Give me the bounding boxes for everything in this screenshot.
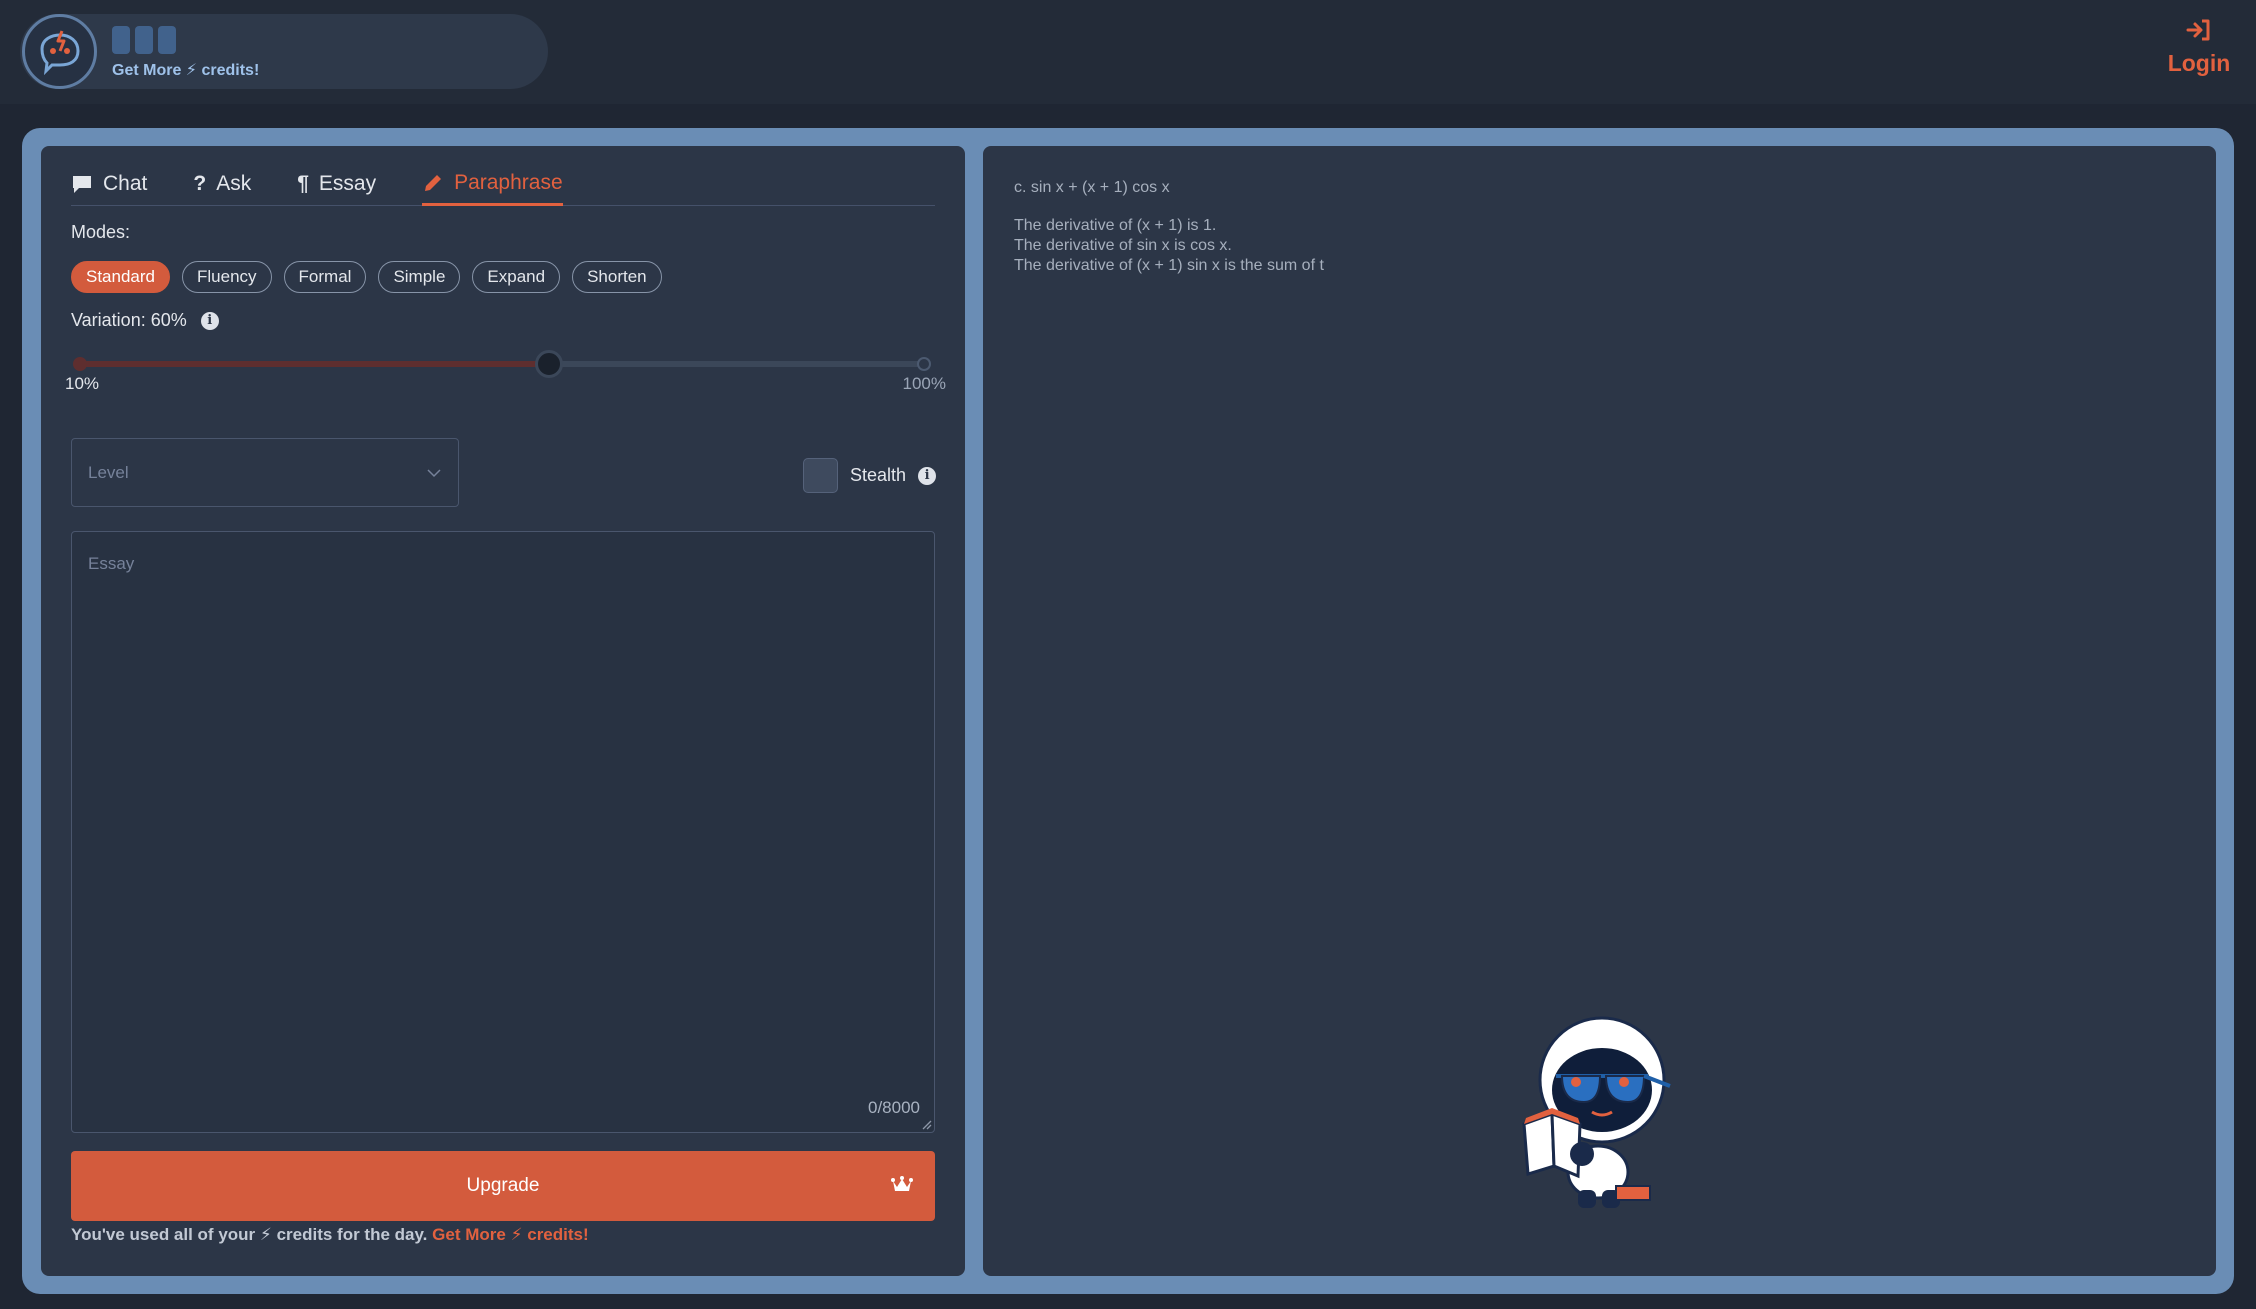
output-text: c. sin x + (x + 1) cos x The derivative … (1014, 178, 1324, 276)
slider-start-dot (73, 357, 87, 371)
get-more-credits-link[interactable]: Get More ⚡ credits! (432, 1225, 589, 1244)
tab-label: Chat (103, 172, 148, 195)
modes-label: Modes: (71, 222, 131, 242)
mode-chips: Standard Fluency Formal Simple Expand Sh… (71, 261, 662, 293)
get-more-suffix: credits! (201, 62, 260, 79)
stealth-toggle: Stealth i (803, 458, 937, 493)
variation-label: Variation: 60% (71, 310, 187, 330)
lightning-icon: ⚡ (510, 1225, 523, 1244)
link-suffix: credits! (527, 1225, 589, 1244)
variation-slider[interactable] (73, 350, 931, 378)
credit-bar (135, 26, 153, 54)
variation-row: Variation: 60% i (71, 310, 219, 331)
resize-handle-icon[interactable] (920, 1118, 932, 1130)
info-icon[interactable]: i (200, 311, 219, 330)
chevron-down-icon (427, 468, 441, 477)
slider-end-dot (917, 357, 931, 371)
level-placeholder: Level (88, 462, 129, 482)
link-prefix: Get More (432, 1225, 506, 1244)
tab-paraphrase[interactable]: Paraphrase (422, 164, 563, 206)
upgrade-label: Upgrade (466, 1175, 540, 1196)
tab-essay[interactable]: ¶ Essay (297, 164, 376, 206)
tab-bar: Chat ? Ask ¶ Essay Paraphrase (71, 164, 935, 206)
info-icon[interactable]: i (918, 466, 937, 485)
output-line: The derivative of (x + 1) is 1. (1014, 217, 1217, 234)
slider-thumb[interactable] (535, 350, 563, 378)
tab-ask[interactable]: ? Ask (193, 164, 251, 206)
tab-label: Paraphrase (454, 170, 563, 194)
pencil-icon (425, 174, 442, 191)
essay-placeholder: Essay (88, 554, 135, 573)
credits-note-middle: credits for the day. (276, 1225, 428, 1244)
mode-simple[interactable]: Simple (378, 261, 461, 293)
stealth-label: Stealth (850, 465, 907, 485)
login-icon (2186, 19, 2210, 41)
output-line: c. sin x + (x + 1) cos x (1014, 179, 1170, 196)
slider-max-label: 100% (902, 374, 946, 393)
mode-formal[interactable]: Formal (283, 261, 367, 293)
output-line: The derivative of (x + 1) sin x is the s… (1014, 257, 1324, 274)
stealth-checkbox[interactable] (803, 458, 838, 493)
credits-note: You've used all of your ⚡ credits for th… (71, 1225, 589, 1245)
input-panel: Chat ? Ask ¶ Essay Paraphrase Modes: Sta… (41, 146, 965, 1276)
login-button[interactable]: Login (2164, 18, 2234, 77)
lightning-icon: ⚡ (185, 62, 198, 79)
mode-shorten[interactable]: Shorten (572, 261, 662, 293)
slider-fill (79, 361, 549, 367)
get-more-prefix: Get More (112, 62, 182, 79)
logo-icon[interactable] (22, 14, 97, 89)
robot-mascot-icon (1522, 1016, 1671, 1208)
character-counter: 0/8000 (868, 1098, 920, 1117)
upgrade-button[interactable]: Upgrade (71, 1151, 935, 1221)
lightning-icon: ⚡ (259, 1225, 272, 1244)
credits-note-prefix: You've used all of your (71, 1225, 256, 1244)
mode-expand[interactable]: Expand (472, 261, 561, 293)
login-label: Login (2167, 50, 2231, 76)
essay-input[interactable]: Essay 0/8000 (71, 531, 935, 1133)
slider-min-label: 10% (65, 374, 100, 393)
crown-icon (891, 1176, 913, 1191)
credit-bar (112, 26, 130, 54)
question-icon: ? (193, 172, 207, 195)
tab-label: Essay (318, 172, 377, 195)
top-header: Get More ⚡ credits! Login (0, 0, 2256, 104)
output-line: The derivative of sin x is cos x. (1014, 237, 1232, 254)
paragraph-icon: ¶ (297, 172, 309, 195)
mode-standard[interactable]: Standard (71, 261, 170, 293)
mode-fluency[interactable]: Fluency (182, 261, 272, 293)
output-panel: c. sin x + (x + 1) cos x The derivative … (983, 146, 2216, 1276)
tab-label: Ask (216, 172, 252, 195)
level-select[interactable]: Level (71, 438, 459, 507)
credit-meter (112, 26, 176, 54)
tab-chat[interactable]: Chat (71, 164, 147, 206)
chat-icon (73, 176, 91, 193)
get-more-credits-link[interactable]: Get More ⚡ credits! (112, 60, 259, 80)
credit-bar (158, 26, 176, 54)
brand-pill[interactable]: Get More ⚡ credits! (20, 14, 548, 89)
